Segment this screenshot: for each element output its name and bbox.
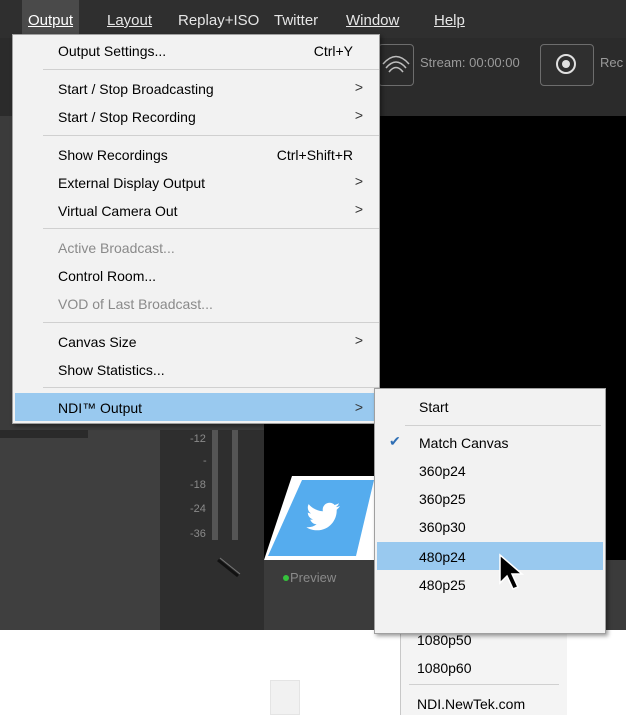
menu-item-label: Control Room... [58,268,157,284]
menu-separator [43,69,379,70]
submenu-arrow-icon: > [354,173,363,189]
menu-item-label: Output Settings... [58,43,167,59]
meter-label: - [203,455,207,467]
ndi-option-360p25[interactable]: 360p25 [377,485,603,511]
volume-slider-handle[interactable] [214,556,244,580]
menu-item-label: Start / Stop Broadcasting [58,81,214,97]
preview-status-dot [283,575,289,581]
menu-item-label: 480p25 [419,577,466,593]
ndi-option-360p24[interactable]: 360p24 [377,457,603,483]
menu-item-label: Active Broadcast... [58,240,175,256]
menu-separator [409,684,559,685]
menu-separator [43,322,379,323]
meter-label: -36 [190,528,206,540]
menu-replay-iso-label: Replay+ISO [178,12,260,29]
menu-item-ndi-output[interactable]: NDI™ Output > [15,393,377,421]
ndi-option-360p30[interactable]: 360p30 [377,513,603,539]
menu-replay-iso[interactable]: Replay+ISO [172,0,265,38]
menu-item-virtual-camera-out[interactable]: Virtual Camera Out > [15,197,377,223]
meter-label: -18 [190,479,206,491]
mouse-cursor-icon [499,553,525,590]
preview-label: Preview [290,570,337,585]
checkmark-icon: ✔ [389,433,401,449]
audio-meter-bar-left [212,430,218,540]
menu-bar: Output Layout Replay+ISO Twitter Window … [0,0,626,38]
ndi-option-1080p60[interactable]: 1080p60 [417,660,472,676]
submenu-arrow-icon: > [354,399,363,415]
menu-item-active-broadcast: Active Broadcast... [15,234,377,260]
menu-output[interactable]: Output [22,0,80,38]
menu-item-start-stop-broadcasting[interactable]: Start / Stop Broadcasting > [15,75,377,101]
menu-twitter[interactable]: Twitter [268,0,324,38]
ndi-option-1080p50[interactable]: 1080p50 [417,632,472,648]
background-panel [270,680,300,715]
twitter-overlay-card [264,476,384,560]
submenu-arrow-icon: > [354,201,363,217]
left-panel-divider [0,430,88,438]
ndi-match-canvas[interactable]: ✔ Match Canvas [377,429,603,455]
menu-item-output-settings[interactable]: Output Settings... Ctrl+Y [15,37,377,63]
menu-item-vod-last-broadcast: VOD of Last Broadcast... [15,290,377,316]
menu-item-canvas-size[interactable]: Canvas Size > [15,328,377,354]
output-menu-dropdown: Output Settings... Ctrl+Y Start / Stop B… [12,34,380,424]
submenu-arrow-icon: > [354,79,363,95]
menu-item-show-recordings[interactable]: Show Recordings Ctrl+Shift+R [15,141,377,167]
menu-item-control-room[interactable]: Control Room... [15,262,377,288]
menu-window[interactable]: Window [340,0,405,38]
menu-item-label: Canvas Size [58,334,137,350]
submenu-arrow-icon: > [354,332,363,348]
menu-separator [43,135,379,136]
menu-item-label: Start / Stop Recording [58,109,196,125]
menu-item-label: Virtual Camera Out [58,203,178,219]
menu-item-label: Show Statistics... [58,362,165,378]
menu-item-external-display-output[interactable]: External Display Output > [15,169,377,195]
menu-item-label: External Display Output [58,175,206,191]
menu-separator [43,387,379,388]
menu-separator [43,228,379,229]
menu-item-label: NDI™ Output [58,400,143,416]
menu-help[interactable]: Help [428,0,471,38]
record-label: Rec [600,55,624,70]
menu-item-label: 480p24 [419,549,466,565]
meter-label: -12 [190,433,206,445]
menu-item-show-statistics[interactable]: Show Statistics... [15,356,377,382]
left-panel [0,430,160,630]
menu-item-shortcut: Ctrl+Shift+R [276,147,353,163]
menu-item-label: Start [419,399,449,415]
menu-item-label: 360p25 [419,491,466,507]
meter-label: -24 [190,503,206,515]
ndi-output-submenu: Start ✔ Match Canvas 360p24 360p25 360p3… [374,388,606,634]
stream-button[interactable] [378,44,414,86]
broadcast-wifi-icon [382,55,410,73]
record-icon-dot [562,60,570,68]
menu-separator [405,425,601,426]
menu-layout-label: Layout [107,12,153,29]
stream-timer: Stream: 00:00:00 [420,55,520,70]
ndi-website-link[interactable]: NDI.NewTek.com [417,696,525,712]
menu-layout[interactable]: Layout [101,0,158,38]
menu-item-label: 360p30 [419,519,466,535]
submenu-arrow-icon: > [354,107,363,123]
menu-item-label: VOD of Last Broadcast... [58,296,213,312]
audio-meter-bar-right [232,430,238,540]
ndi-start[interactable]: Start [377,393,603,419]
menu-output-label: Output [28,12,74,29]
menu-item-label: 360p24 [419,463,466,479]
menu-window-label: Window [346,12,400,29]
record-button[interactable] [540,44,594,86]
menu-item-label: Show Recordings [58,147,168,163]
ndi-option-480p24[interactable]: 480p24 [377,542,603,570]
menu-item-start-stop-recording[interactable]: Start / Stop Recording > [15,103,377,129]
ndi-option-480p25[interactable]: 480p25 [377,571,603,597]
menu-help-label: Help [434,12,465,29]
menu-item-label: Match Canvas [419,435,509,451]
menu-twitter-label: Twitter [274,12,319,29]
menu-item-shortcut: Ctrl+Y [313,43,353,59]
